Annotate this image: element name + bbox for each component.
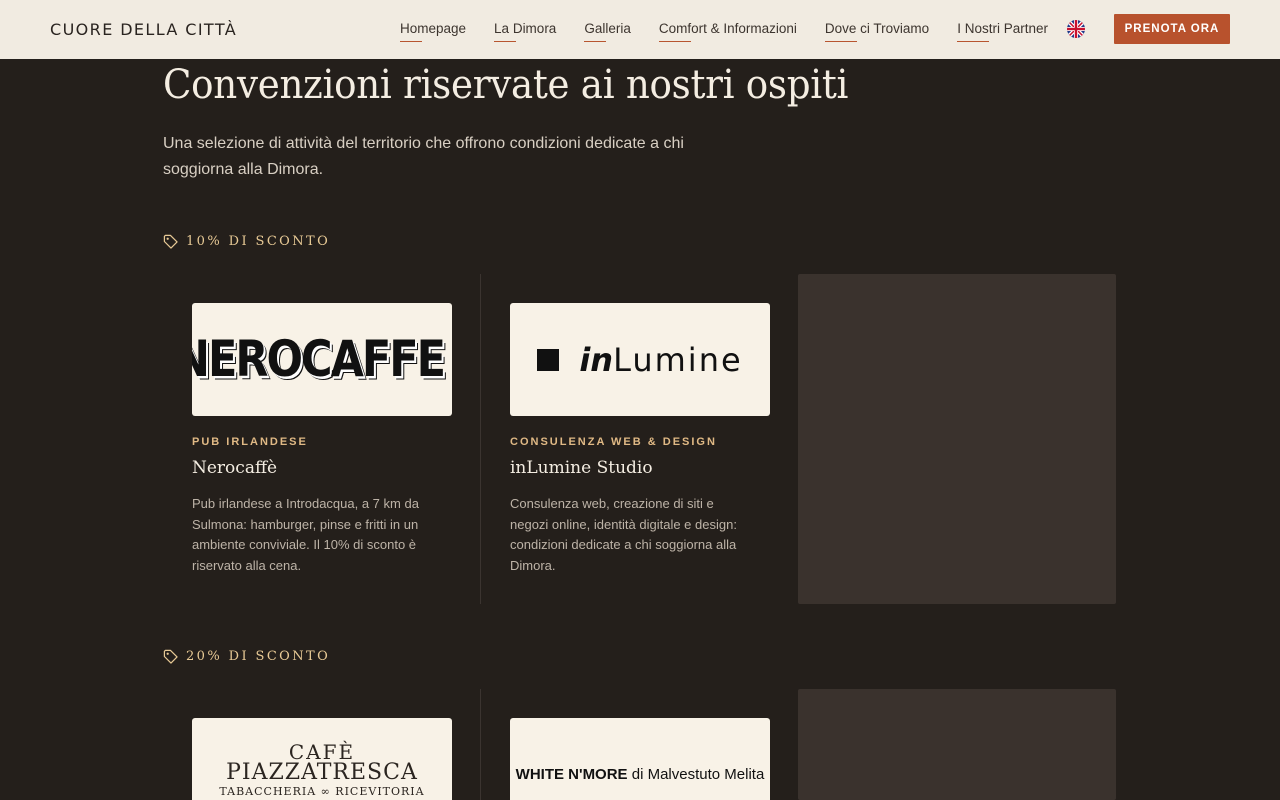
nav-dove-ci-troviamo[interactable]: Dove ci Troviamo bbox=[824, 21, 929, 42]
partner-description: Pub irlandese a Introdacqua, a 7 km da S… bbox=[192, 496, 419, 573]
site-header: CUORE DELLA CITTÀ Homepage La Dimora Gal… bbox=[0, 0, 1280, 59]
partner-name: Nerocaffè bbox=[192, 458, 278, 478]
tag-icon bbox=[163, 649, 178, 664]
empty-card-placeholder bbox=[798, 274, 1116, 604]
page-title: Convenzioni riservate ai nostri ospiti bbox=[163, 62, 849, 108]
book-now-button[interactable]: PRENOTA ORA bbox=[1114, 14, 1230, 44]
logo-line-2: PIAZZATRESCA bbox=[226, 760, 418, 785]
logo-line-3: TABACCHERIA ∞ RICEVITORIA bbox=[219, 785, 425, 798]
partner-category: PUB IRLANDESE bbox=[192, 436, 308, 448]
section-label-10: 10% DI SCONTO bbox=[163, 234, 330, 249]
tag-icon bbox=[163, 234, 178, 249]
nav-galleria[interactable]: Galleria bbox=[584, 21, 631, 42]
uk-flag-icon[interactable] bbox=[1067, 20, 1085, 38]
partner-name: inLumine Studio bbox=[510, 458, 653, 478]
partner-card-piazzatresca[interactable]: CAFÈ PIAZZATRESCA TABACCHERIA ∞ RICEVITO… bbox=[163, 689, 481, 800]
partner-logo: in Lumine bbox=[510, 303, 770, 416]
brand-logo[interactable]: CUORE DELLA CITTÀ bbox=[50, 20, 237, 39]
nav-la-dimora[interactable]: La Dimora bbox=[494, 21, 556, 42]
logo-text-bold: WHITE N'MORE bbox=[515, 766, 628, 783]
nav-comfort[interactable]: Comfort & Informazioni bbox=[658, 21, 797, 42]
nav-homepage[interactable]: Homepage bbox=[400, 21, 466, 42]
partner-card-inlumine[interactable]: in Lumine CONSULENZA WEB & DESIGN inLumin… bbox=[481, 274, 799, 604]
main-nav: Homepage La Dimora Galleria Comfort & In… bbox=[400, 21, 1076, 42]
partner-card-nerocaffe[interactable]: NEROCAFFE PUB IRLANDESE Nerocaffè Pub ir… bbox=[163, 274, 481, 604]
section-label-text: 10% DI SCONTO bbox=[186, 234, 331, 249]
empty-card-placeholder bbox=[798, 689, 1116, 800]
partner-logo: NEROCAFFE bbox=[192, 303, 452, 416]
logo-text-italic: in bbox=[579, 340, 614, 379]
section-label-text: 20% DI SCONTO bbox=[186, 649, 331, 664]
partner-category: CONSULENZA WEB & DESIGN bbox=[510, 436, 717, 448]
page-subtitle: Una selezione di attività del territorio… bbox=[163, 135, 684, 178]
logo-text: Lumine bbox=[613, 340, 743, 379]
section-label-20: 20% DI SCONTO bbox=[163, 649, 330, 664]
nav-partner[interactable]: I Nostri Partner bbox=[957, 21, 1048, 42]
partner-description: Consulenza web, creazione di siti e nego… bbox=[510, 496, 737, 573]
partner-logo: CAFÈ PIAZZATRESCA TABACCHERIA ∞ RICEVITO… bbox=[192, 718, 452, 800]
square-logo-mark bbox=[537, 348, 560, 371]
logo-text: NEROCAFFE bbox=[192, 330, 446, 389]
logo-line-1: CAFÈ bbox=[288, 740, 356, 764]
chili-pepper-icon bbox=[448, 325, 452, 394]
partner-logo: WHITE N'MORE di Malvestuto Melita bbox=[510, 718, 770, 800]
partner-card-white-n-more[interactable]: WHITE N'MORE di Malvestuto Melita bbox=[481, 689, 799, 800]
logo-text: di Malvestuto Melita bbox=[627, 766, 765, 783]
